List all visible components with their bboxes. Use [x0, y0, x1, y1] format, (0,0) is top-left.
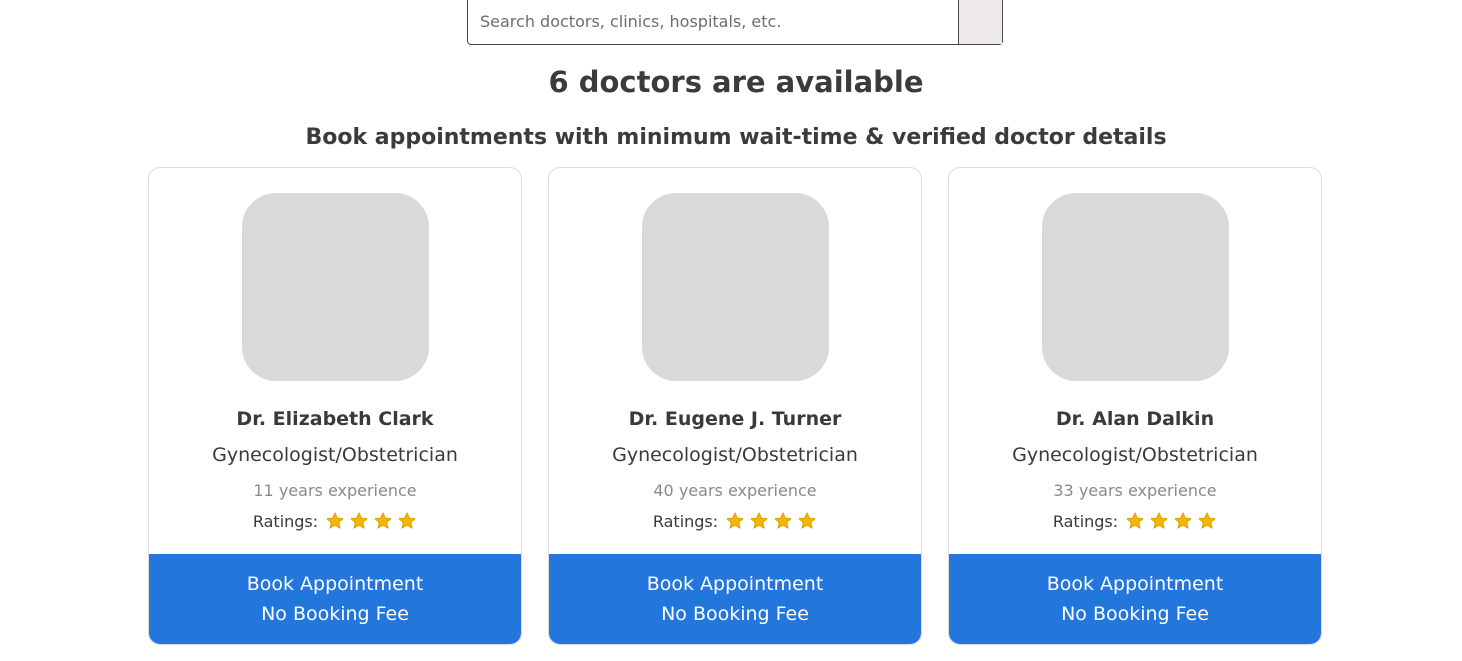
doctor-card-list: Dr. Elizabeth Clark Gynecologist/Obstetr…: [148, 167, 1322, 645]
rating-stars: [725, 511, 817, 531]
star-icon: [1174, 512, 1192, 529]
doctor-card: Dr. Eugene J. Turner Gynecologist/Obstet…: [548, 167, 922, 645]
star-icon: [798, 512, 816, 529]
star-icon: [726, 512, 744, 529]
doctor-ratings: Ratings:: [949, 511, 1321, 531]
available-doctors-heading: 6 doctors are available: [548, 65, 924, 99]
doctor-photo-placeholder: [242, 193, 429, 381]
doctor-photo-placeholder: [642, 193, 829, 381]
star-icon: [1150, 512, 1168, 529]
ratings-label: Ratings:: [252, 511, 319, 531]
doctor-listing-page: 6 doctors are available Book appointment…: [0, 0, 1462, 661]
doctor-ratings: Ratings:: [549, 511, 921, 531]
star-icon: [326, 512, 344, 529]
doctor-photo-placeholder: [1042, 193, 1229, 381]
doctor-card: Dr. Elizabeth Clark Gynecologist/Obstetr…: [148, 167, 522, 645]
rating-stars: [325, 511, 417, 531]
booking-fee-label: No Booking Fee: [661, 603, 809, 625]
star-icon: [750, 512, 768, 529]
book-button-label: Book Appointment: [1046, 573, 1224, 595]
rating-stars: [1125, 511, 1217, 531]
doctor-ratings: Ratings:: [149, 511, 521, 531]
star-icon: [350, 512, 368, 529]
search-input[interactable]: [468, 0, 958, 44]
star-icon: [398, 512, 416, 529]
book-appointment-button[interactable]: Book Appointment No Booking Fee: [549, 554, 921, 644]
doctor-experience: 40 years experience: [653, 481, 817, 500]
book-button-label: Book Appointment: [646, 573, 824, 595]
ratings-label: Ratings:: [652, 511, 719, 531]
doctor-experience: 11 years experience: [253, 481, 417, 500]
ratings-label: Ratings:: [1052, 511, 1119, 531]
booking-fee-label: No Booking Fee: [1061, 603, 1209, 625]
doctor-specialty: Gynecologist/Obstetrician: [212, 444, 458, 466]
doctor-name: Dr. Eugene J. Turner: [628, 408, 842, 430]
booking-subheading: Book appointments with minimum wait-time…: [305, 125, 1167, 150]
star-icon: [774, 512, 792, 529]
doctor-name: Dr. Elizabeth Clark: [236, 408, 434, 430]
book-appointment-button[interactable]: Book Appointment No Booking Fee: [949, 554, 1321, 644]
star-icon: [1126, 512, 1144, 529]
star-icon: [374, 512, 392, 529]
doctor-card: Dr. Alan Dalkin Gynecologist/Obstetricia…: [948, 167, 1322, 645]
book-button-label: Book Appointment: [246, 573, 424, 595]
doctor-experience: 33 years experience: [1053, 481, 1217, 500]
search-button[interactable]: [958, 0, 1002, 44]
search-bar: [467, 0, 1003, 45]
doctor-specialty: Gynecologist/Obstetrician: [1012, 444, 1258, 466]
star-icon: [1198, 512, 1216, 529]
doctor-name: Dr. Alan Dalkin: [1055, 408, 1215, 430]
booking-fee-label: No Booking Fee: [261, 603, 409, 625]
book-appointment-button[interactable]: Book Appointment No Booking Fee: [149, 554, 521, 644]
doctor-specialty: Gynecologist/Obstetrician: [612, 444, 858, 466]
